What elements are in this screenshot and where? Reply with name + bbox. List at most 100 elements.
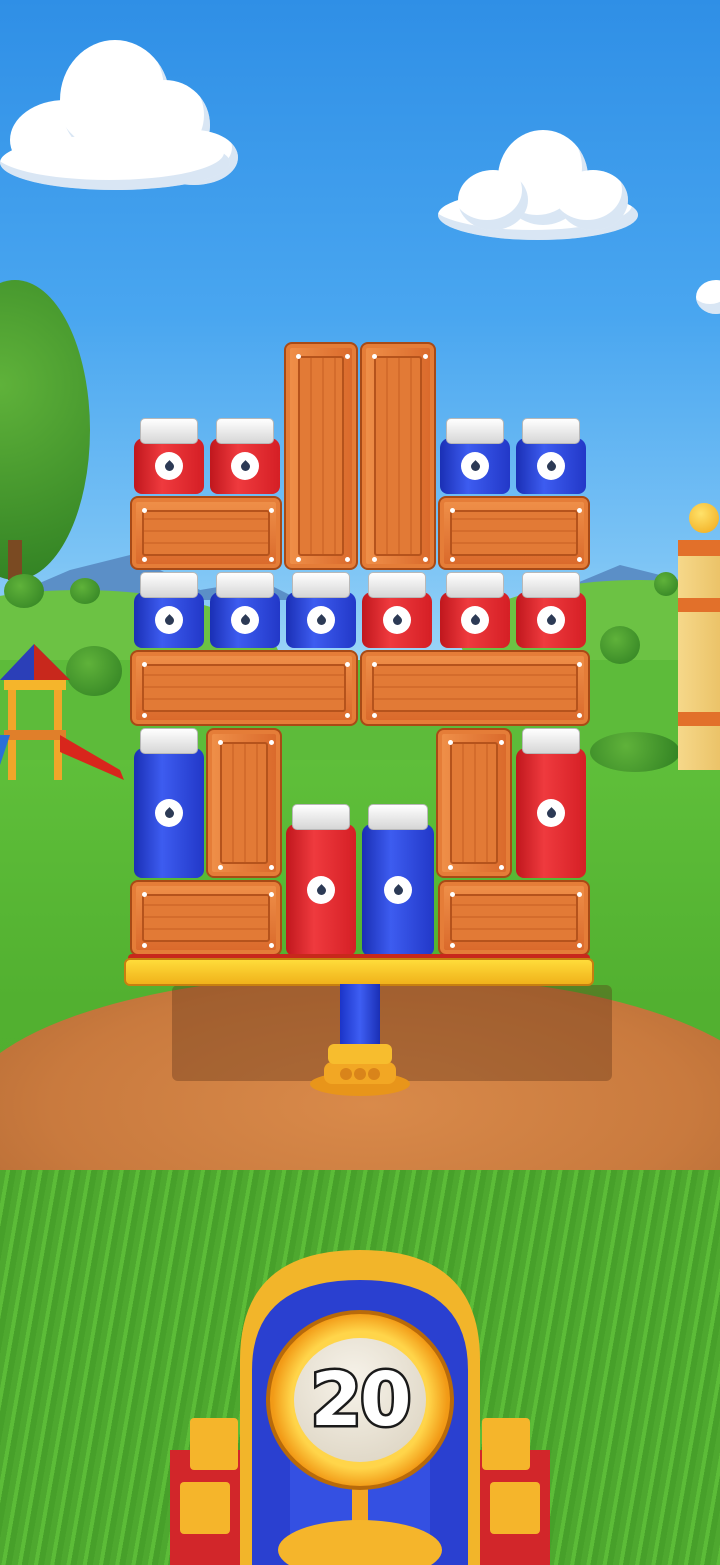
red-bottle[interactable] xyxy=(210,418,280,494)
crate-nail xyxy=(450,892,455,897)
water-drop-icon xyxy=(383,606,411,634)
crate-nail xyxy=(218,740,223,745)
crate-nail xyxy=(269,865,274,870)
crate-nail xyxy=(269,740,274,745)
crate-nail xyxy=(577,557,582,562)
wooden-crate xyxy=(206,728,282,878)
blue-bottle[interactable] xyxy=(440,418,510,494)
wooden-crate xyxy=(130,650,358,726)
crate-nail xyxy=(423,354,428,359)
cloud xyxy=(696,276,720,316)
crate-nail xyxy=(423,557,428,562)
water-drop-icon xyxy=(307,606,335,634)
crate-nail xyxy=(577,892,582,897)
crate-nail xyxy=(499,740,504,745)
red-bottle[interactable] xyxy=(362,572,432,648)
bottle-cap xyxy=(140,728,198,754)
crate-nail xyxy=(142,943,147,948)
wooden-crate xyxy=(360,342,436,570)
crate-nail xyxy=(448,740,453,745)
crate-nail xyxy=(372,662,377,667)
crate-nail xyxy=(372,354,377,359)
wooden-crate xyxy=(360,650,590,726)
playground-slide xyxy=(0,644,124,780)
wooden-crate xyxy=(284,342,358,570)
cloud xyxy=(0,40,240,190)
water-drop-icon xyxy=(155,606,183,634)
bottle-cap xyxy=(522,728,580,754)
bottle-cap xyxy=(292,572,350,598)
crate-nail xyxy=(218,865,223,870)
crate-nail xyxy=(345,557,350,562)
crate-nail xyxy=(372,557,377,562)
blue-bottle[interactable] xyxy=(210,572,280,648)
crate-nail xyxy=(448,865,453,870)
wooden-crate xyxy=(438,496,590,570)
crate-nail xyxy=(269,508,274,513)
red-bottle[interactable] xyxy=(286,804,356,956)
crate-nail xyxy=(499,865,504,870)
crate-nail xyxy=(372,713,377,718)
red-bottle[interactable] xyxy=(516,572,586,648)
crate-nail xyxy=(269,892,274,897)
water-drop-icon xyxy=(537,452,565,480)
crate-nail xyxy=(577,713,582,718)
cloud xyxy=(438,130,638,240)
crate-nail xyxy=(269,557,274,562)
crate-nail xyxy=(269,943,274,948)
platform-pole xyxy=(340,984,380,1044)
bottle-cap xyxy=(140,572,198,598)
crate-nail xyxy=(345,354,350,359)
crate-nail xyxy=(345,662,350,667)
crate-nail xyxy=(345,713,350,718)
game-scene: 20 xyxy=(0,0,720,1565)
crate-nail xyxy=(577,943,582,948)
crate-nail xyxy=(142,662,147,667)
tree-small xyxy=(70,578,100,604)
crate-nail xyxy=(577,508,582,513)
water-drop-icon xyxy=(307,876,335,904)
wooden-crate xyxy=(130,880,282,956)
bush xyxy=(590,732,680,772)
water-drop-icon xyxy=(461,452,489,480)
crate-nail xyxy=(450,943,455,948)
tree-small xyxy=(654,572,678,596)
blue-bottle[interactable] xyxy=(134,572,204,648)
bottle-cap xyxy=(446,418,504,444)
tree-small xyxy=(600,626,640,664)
shots-remaining-label: 20 xyxy=(308,1355,414,1446)
bottle-cap xyxy=(522,418,580,444)
wooden-crate xyxy=(436,728,512,878)
wooden-crate xyxy=(130,496,282,570)
water-drop-icon xyxy=(384,876,412,904)
crate-nail xyxy=(142,892,147,897)
blue-bottle[interactable] xyxy=(134,728,204,878)
bottle-cap xyxy=(140,418,198,444)
blue-bottle[interactable] xyxy=(286,572,356,648)
bottle-cap xyxy=(216,418,274,444)
bottle-cap xyxy=(216,572,274,598)
tower-right xyxy=(678,540,720,770)
blue-bottle[interactable] xyxy=(362,804,434,956)
bottle-cap xyxy=(446,572,504,598)
red-bottle[interactable] xyxy=(440,572,510,648)
crate-nail xyxy=(450,557,455,562)
water-drop-icon xyxy=(537,799,565,827)
crate-nail xyxy=(450,508,455,513)
water-drop-icon xyxy=(537,606,565,634)
crate-nail xyxy=(142,508,147,513)
water-drop-icon xyxy=(461,606,489,634)
crate-nail xyxy=(142,713,147,718)
ammo-counter: 20 xyxy=(294,1338,426,1462)
tower-ball xyxy=(689,503,719,533)
red-bottle[interactable] xyxy=(516,728,586,878)
red-bottle[interactable] xyxy=(134,418,204,494)
water-drop-icon xyxy=(231,606,259,634)
tree-small xyxy=(4,574,44,608)
blue-bottle[interactable] xyxy=(516,418,586,494)
water-drop-icon xyxy=(155,799,183,827)
bottle-cap xyxy=(368,804,428,830)
bottle-cap xyxy=(292,804,350,830)
crate-nail xyxy=(296,354,301,359)
water-drop-icon xyxy=(231,452,259,480)
